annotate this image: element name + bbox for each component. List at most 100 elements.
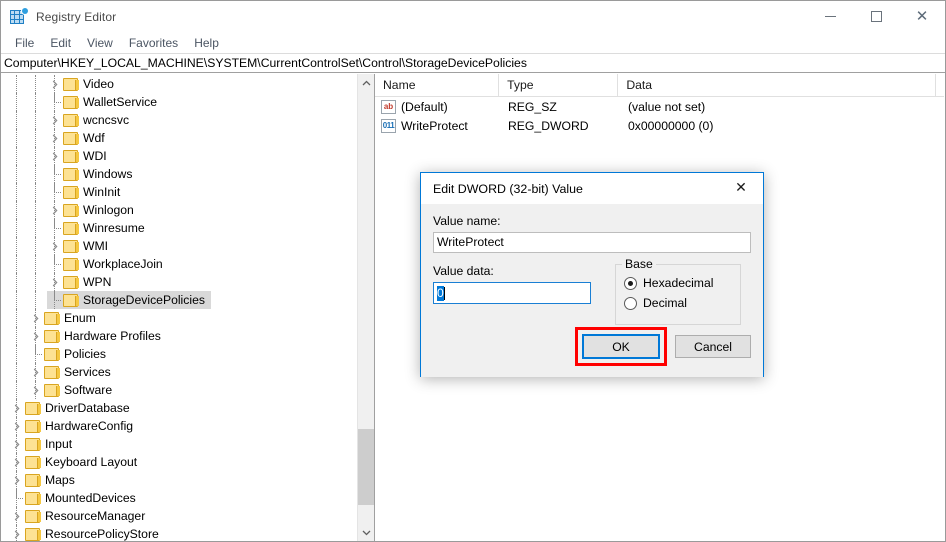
- tree-item-workplacejoin[interactable]: WorkplaceJoin: [1, 255, 358, 273]
- tree-guide-line: [35, 273, 36, 291]
- tree-item-resourcemanager[interactable]: ResourceManager: [1, 507, 358, 525]
- tree-item-hit: WinInit: [47, 183, 126, 201]
- tree-item-walletservice[interactable]: WalletService: [1, 93, 358, 111]
- tree-item-label: Maps: [45, 473, 75, 487]
- chevron-right-icon[interactable]: [47, 201, 63, 219]
- tree-item-driverdatabase[interactable]: DriverDatabase: [1, 399, 358, 417]
- ok-button[interactable]: OK: [582, 334, 660, 359]
- value-row[interactable]: ab (Default) REG_SZ (value not set): [375, 97, 944, 116]
- tree-guide-line: [16, 147, 17, 165]
- tree-item-winresume[interactable]: Winresume: [1, 219, 358, 237]
- values-list[interactable]: ab (Default) REG_SZ (value not set) 011 Write…: [375, 97, 944, 135]
- tree-item-hit: MountedDevices: [9, 489, 142, 507]
- tree-item-label: HardwareConfig: [45, 419, 134, 433]
- tree-item-mounteddevices[interactable]: MountedDevices: [1, 489, 358, 507]
- tree-guide-line: [35, 183, 36, 201]
- tree-item-enum[interactable]: Enum: [1, 309, 358, 327]
- address-bar[interactable]: Computer\HKEY_LOCAL_MACHINE\SYSTEM\Curre…: [1, 53, 945, 73]
- tree-item-hardwareconfig[interactable]: HardwareConfig: [1, 417, 358, 435]
- value-name-input[interactable]: WriteProtect: [433, 232, 751, 253]
- menu-favorites[interactable]: Favorites: [121, 34, 186, 52]
- tree-item-wininit[interactable]: WinInit: [1, 183, 358, 201]
- menu-edit[interactable]: Edit: [42, 34, 79, 52]
- tree-item-windows[interactable]: Windows: [1, 165, 358, 183]
- scroll-down-button[interactable]: [358, 524, 374, 541]
- radio-hexadecimal[interactable]: Hexadecimal: [624, 276, 732, 290]
- tree-item-wdi[interactable]: WDI: [1, 147, 358, 165]
- chevron-right-icon[interactable]: [47, 237, 63, 255]
- tree-item-label: WalletService: [83, 95, 158, 109]
- radio-decimal[interactable]: Decimal: [624, 296, 732, 310]
- chevron-right-icon[interactable]: [47, 129, 63, 147]
- tree-item-policies[interactable]: Policies: [1, 345, 358, 363]
- tree-item-keyboard-layout[interactable]: Keyboard Layout: [1, 453, 358, 471]
- tree-item-video[interactable]: Video: [1, 75, 358, 93]
- menu-view[interactable]: View: [79, 34, 121, 52]
- tree-guide-line: [54, 75, 55, 93]
- chevron-right-icon[interactable]: [9, 417, 25, 435]
- chevron-right-icon[interactable]: [9, 399, 25, 417]
- tree-item-resourcepolicystore[interactable]: ResourcePolicyStore: [1, 525, 358, 541]
- tree-item-software[interactable]: Software: [1, 381, 358, 399]
- folder-icon: [25, 509, 41, 523]
- tree-guide-line: [54, 237, 55, 255]
- column-header-type[interactable]: Type: [499, 74, 619, 96]
- tree-item-storagedevicepolicies[interactable]: StorageDevicePolicies: [1, 291, 358, 309]
- chevron-right-icon[interactable]: [28, 309, 44, 327]
- column-header-data[interactable]: Data: [618, 74, 936, 96]
- tree-item-wmi[interactable]: WMI: [1, 237, 358, 255]
- value-data-text: 0: [437, 285, 444, 301]
- minimize-icon: [824, 16, 836, 17]
- tree-leaf-connector: [47, 165, 63, 183]
- chevron-right-icon[interactable]: [28, 363, 44, 381]
- chevron-right-icon[interactable]: [9, 471, 25, 489]
- tree-item-label: ResourcePolicyStore: [45, 527, 159, 541]
- tree-guide-line: [16, 309, 17, 327]
- dialog-title-bar: Edit DWORD (32-bit) Value ✕: [421, 173, 763, 204]
- value-data-input[interactable]: 0: [433, 282, 591, 304]
- window-title: Registry Editor: [36, 9, 117, 24]
- chevron-right-icon[interactable]: [47, 111, 63, 129]
- tree-item-wdf[interactable]: Wdf: [1, 129, 358, 147]
- registry-tree[interactable]: Video WalletService wcncsvc Wdf WDI Windows Wi…: [1, 74, 358, 541]
- chevron-right-icon[interactable]: [47, 273, 63, 291]
- dialog-close-button[interactable]: ✕: [719, 173, 763, 203]
- menu-help[interactable]: Help: [186, 34, 227, 52]
- tree-item-hardware-profiles[interactable]: Hardware Profiles: [1, 327, 358, 345]
- tree-item-winlogon[interactable]: Winlogon: [1, 201, 358, 219]
- chevron-right-icon[interactable]: [9, 525, 25, 541]
- tree-item-wcncsvc[interactable]: wcncsvc: [1, 111, 358, 129]
- folder-icon: [63, 221, 79, 235]
- chevron-right-icon[interactable]: [9, 435, 25, 453]
- minimize-button[interactable]: [807, 1, 853, 32]
- menu-file[interactable]: File: [7, 34, 42, 52]
- scroll-up-button[interactable]: [358, 74, 374, 91]
- scrollbar-thumb[interactable]: [358, 429, 374, 505]
- tree-item-services[interactable]: Services: [1, 363, 358, 381]
- chevron-right-icon[interactable]: [47, 75, 63, 93]
- chevron-right-icon[interactable]: [28, 327, 44, 345]
- close-button[interactable]: ✕: [899, 1, 945, 32]
- folder-icon: [25, 527, 41, 541]
- tree-item-hit: ResourceManager: [9, 507, 151, 525]
- tree-item-wpn[interactable]: WPN: [1, 273, 358, 291]
- cancel-button[interactable]: Cancel: [675, 335, 751, 358]
- maximize-button[interactable]: [853, 1, 899, 32]
- tree-guide-line: [16, 183, 17, 201]
- dialog-button-row: OK Cancel: [575, 327, 751, 366]
- chevron-right-icon[interactable]: [9, 453, 25, 471]
- value-name-label: Value name:: [433, 214, 501, 228]
- tree-item-label: Enum: [64, 311, 96, 325]
- chevron-right-icon[interactable]: [47, 147, 63, 165]
- tree-item-input[interactable]: Input: [1, 435, 358, 453]
- chevron-right-icon[interactable]: [9, 507, 25, 525]
- tree-guide-line: [16, 111, 17, 129]
- tree-item-maps[interactable]: Maps: [1, 471, 358, 489]
- chevron-right-icon[interactable]: [28, 381, 44, 399]
- tree-vertical-scrollbar[interactable]: [357, 74, 374, 541]
- tree-item-hit: DriverDatabase: [9, 399, 136, 417]
- column-header-name[interactable]: Name: [375, 74, 500, 96]
- close-icon: ✕: [735, 180, 747, 196]
- value-row[interactable]: 011 WriteProtect REG_DWORD 0x00000000 (0): [375, 116, 944, 135]
- folder-icon: [63, 113, 79, 127]
